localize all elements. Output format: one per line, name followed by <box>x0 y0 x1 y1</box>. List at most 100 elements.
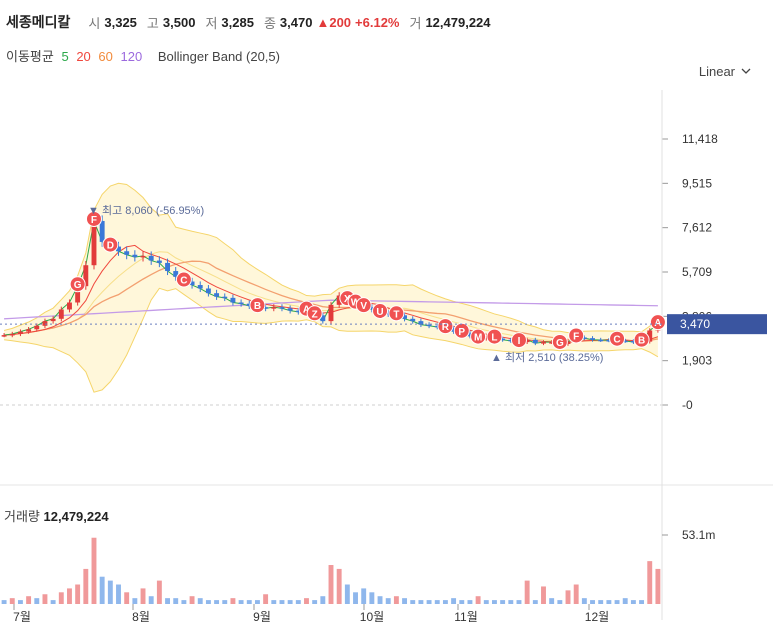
candle-body <box>328 304 334 322</box>
volume-bar <box>17 600 23 604</box>
volume-bar <box>344 584 350 604</box>
volume-bar <box>532 600 538 604</box>
volume-bar <box>132 598 138 604</box>
candle-body <box>230 297 236 303</box>
event-marker-label: T <box>393 309 399 320</box>
volume-bar <box>565 590 571 604</box>
volume-bar <box>402 598 408 604</box>
candle-body <box>598 339 604 342</box>
volume-bar <box>459 600 465 604</box>
volume-bar <box>230 598 236 604</box>
volume-bar <box>181 600 187 604</box>
candle-body <box>590 338 595 340</box>
candle-body <box>214 293 220 297</box>
volume-bar <box>26 596 32 604</box>
y-tick-label: 11,418 <box>682 132 718 146</box>
candle-body <box>156 260 162 263</box>
event-marker-l: L <box>486 328 503 345</box>
y-tick-label: 1,903 <box>682 354 712 368</box>
volume-bar <box>483 600 489 604</box>
candle-body <box>222 296 228 299</box>
volume-bar <box>116 584 121 604</box>
candle-body <box>205 288 211 294</box>
x-tick-label: 8월 <box>132 610 150 624</box>
candle-body <box>42 321 48 326</box>
volume-bar <box>99 576 105 604</box>
volume-bar <box>75 584 81 604</box>
volume-bar <box>426 600 432 604</box>
event-marker-a: A <box>649 314 666 331</box>
candle-body <box>99 220 105 242</box>
volume-bar <box>1 600 7 604</box>
volume-bar <box>83 568 89 604</box>
volume-bar <box>9 598 15 604</box>
candle-body <box>271 307 277 309</box>
event-marker-c: C <box>175 271 192 288</box>
volume-bar <box>173 598 179 604</box>
volume-bar <box>353 592 358 604</box>
volume-bar <box>254 600 260 604</box>
volume-bar <box>492 600 497 604</box>
candle-body <box>132 254 138 258</box>
candle-body <box>197 285 203 289</box>
volume-title: 거래량 12,479,224 <box>4 506 109 525</box>
volume-bar <box>58 592 64 604</box>
volume-bar <box>189 596 195 604</box>
volume-bar <box>263 594 269 604</box>
event-marker-label: M <box>474 333 482 344</box>
candle-body <box>124 251 130 255</box>
event-marker-i: I <box>510 332 527 349</box>
volume-bar <box>67 588 72 604</box>
volume-bar <box>442 600 448 604</box>
event-marker-g: G <box>69 276 86 293</box>
volume-bar <box>630 600 636 604</box>
x-tick-label: 9월 <box>253 610 271 624</box>
volume-bar <box>557 600 563 604</box>
volume-bar <box>516 600 522 604</box>
volume-bar <box>614 600 620 604</box>
candle-body <box>148 255 154 261</box>
candle-body <box>140 255 146 258</box>
volume-bar <box>279 600 285 604</box>
volume-bar <box>34 598 40 604</box>
event-marker-label: L <box>491 333 497 344</box>
candle-body <box>50 318 56 322</box>
event-marker-m: M <box>470 328 487 345</box>
candle-body <box>58 309 64 319</box>
candle-body <box>426 324 432 327</box>
volume-bar <box>295 600 301 604</box>
candle-body <box>165 262 170 272</box>
volume-bar <box>205 600 211 604</box>
volume-bar <box>238 600 244 604</box>
price-chart[interactable]: 11,4189,5157,6125,7093,8061,903-0GFDCBAZ… <box>0 0 773 644</box>
candle-body <box>279 307 285 309</box>
event-marker-label: Z <box>312 309 318 320</box>
volume-title-label: 거래량 <box>4 509 40 524</box>
y-tick-label: 5,709 <box>682 265 712 279</box>
x-tick-label: 11월 <box>454 610 478 624</box>
volume-bar <box>156 580 162 604</box>
current-price-label: 3,470 <box>680 317 710 331</box>
event-marker-d: D <box>102 236 119 253</box>
volume-bar <box>42 594 48 604</box>
volume-title-value: 12,479,224 <box>43 509 109 524</box>
event-marker-label: I <box>518 336 521 347</box>
event-marker-t: T <box>388 305 405 322</box>
volume-bar <box>377 596 383 604</box>
volume-bar <box>475 596 481 604</box>
candle-body <box>34 325 40 330</box>
volume-bar <box>508 600 514 604</box>
event-marker-z: Z <box>306 305 323 322</box>
volume-bar <box>573 584 579 604</box>
event-marker-label: C <box>613 335 620 346</box>
volume-bar <box>639 600 645 604</box>
event-marker-label: B <box>254 301 261 312</box>
volume-bar <box>524 580 530 604</box>
y-tick-label: 7,612 <box>682 221 712 235</box>
event-marker-g: G <box>551 333 568 350</box>
x-tick-label: 7월 <box>13 610 31 624</box>
volume-bar <box>385 598 391 604</box>
volume-bar <box>165 598 170 604</box>
volume-bar <box>222 600 228 604</box>
volume-bar <box>451 598 457 604</box>
